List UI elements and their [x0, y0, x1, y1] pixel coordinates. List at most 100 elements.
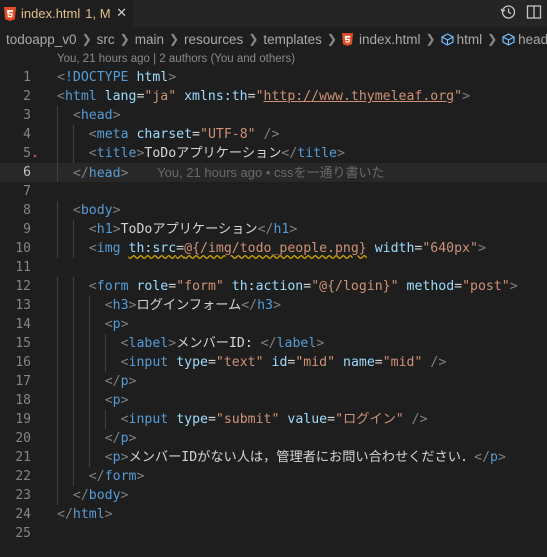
indent-guide: [57, 315, 58, 334]
indent-guide: [57, 296, 58, 315]
line-number: 8: [23, 203, 31, 218]
code-token: <: [104, 450, 113, 465]
indent-guide: [57, 486, 58, 505]
code-text: <label>メンバーID: </label>: [121, 334, 325, 353]
indent-guide: [88, 334, 90, 353]
split-editor-icon[interactable]: [525, 3, 543, 21]
line-number: 11: [15, 260, 31, 275]
code-line[interactable]: 18 <p>: [0, 391, 547, 410]
code-line[interactable]: 11: [0, 258, 547, 277]
indent-guide: [104, 410, 106, 429]
code-line[interactable]: 19 <input type="submit" value="ログイン" />: [0, 410, 547, 429]
code-line[interactable]: 2 <html lang="ja" xmlns:th="http://www.th…: [0, 87, 547, 106]
code-line[interactable]: 3 <head>: [0, 106, 547, 125]
code-text: </html>: [57, 505, 113, 524]
line-number: 25: [15, 526, 31, 541]
breadcrumb-item-index-html[interactable]: index.html: [359, 32, 421, 47]
code-token: =: [176, 241, 185, 256]
breadcrumb-item-templates[interactable]: templates: [263, 32, 322, 47]
code-token: >: [120, 166, 129, 181]
code-line[interactable]: 10 <img th:src=@{/img/todo_people.png} wi…: [0, 239, 547, 258]
code-token: <: [72, 108, 81, 123]
code-editor[interactable]: 1 <!DOCTYPE html> 2 <html lang="ja" xmlns:t…: [0, 68, 547, 543]
code-line[interactable]: 8 <body>: [0, 201, 547, 220]
code-line[interactable]: 24 </html>: [0, 505, 547, 524]
code-token: title: [297, 146, 337, 161]
indent-guide: [72, 239, 74, 258]
code-line[interactable]: 7: [0, 182, 547, 201]
code-token: h3: [257, 298, 273, 313]
html5-file-icon: [4, 6, 16, 21]
indent-guide: [72, 315, 74, 334]
indent-guide: [57, 201, 58, 220]
code-text: <input type="text" id="mid" name="mid" /…: [121, 353, 447, 372]
breadcrumb-item-src[interactable]: src: [97, 32, 115, 47]
code-token: body: [88, 488, 121, 503]
code-line[interactable]: 9 <h1>ToDoアプリケーション</h1>: [0, 220, 547, 239]
code-token: meta: [96, 127, 129, 142]
code-token: </: [474, 450, 491, 465]
indent-guide: [72, 144, 74, 163]
code-line[interactable]: 1 <!DOCTYPE html>: [0, 68, 547, 87]
indent-guide: [57, 410, 58, 429]
code-token: id: [271, 355, 288, 370]
code-line[interactable]: 25: [0, 524, 547, 543]
indent-guide: [88, 296, 90, 315]
code-line[interactable]: 17 </p>: [0, 372, 547, 391]
code-line[interactable]: 20 </p>: [0, 429, 547, 448]
code-text: <meta charset="UTF-8" />: [89, 125, 280, 144]
indent-guide: [72, 125, 74, 144]
code-token: "submit": [215, 412, 280, 427]
code-token: >: [112, 108, 121, 123]
code-line[interactable]: 6 </head> You, 21 hours ago • cssを一通り書いた: [0, 163, 547, 182]
code-token: <: [57, 89, 65, 104]
code-line[interactable]: 4 <meta charset="UTF-8" />: [0, 125, 547, 144]
code-token: >: [462, 89, 471, 104]
code-line[interactable]: 16 <input type="text" id="mid" name="mid"…: [0, 353, 547, 372]
code-line[interactable]: 5 <title>ToDoアプリケーション</title> ▸: [0, 144, 547, 163]
line-number: 16: [15, 355, 31, 370]
line-number: 22: [15, 469, 31, 484]
code-line[interactable]: 13 <h3>ログインフォーム</h3>: [0, 296, 547, 315]
code-token: =: [168, 279, 177, 294]
code-token: >: [120, 488, 129, 503]
breadcrumb-item-todoapp[interactable]: todoapp_v0: [6, 32, 77, 47]
code-token: />: [263, 127, 280, 142]
inline-git-blame: You, 21 hours ago • cssを一通り書いた: [128, 165, 385, 180]
breadcrumb-item-resources[interactable]: resources: [184, 32, 243, 47]
code-token: html: [64, 89, 97, 104]
editor-actions: [499, 3, 543, 21]
editor-tab-index-html[interactable]: index.html 1, M ✕: [0, 0, 133, 26]
chevron-right-icon: ❯: [119, 32, 130, 46]
close-icon[interactable]: ✕: [116, 6, 127, 21]
code-line[interactable]: 15 <label>メンバーID: </label>: [0, 334, 547, 353]
code-token: />: [411, 412, 428, 427]
breadcrumb-item-html[interactable]: html: [457, 32, 483, 47]
indent-guide: [72, 429, 74, 448]
codelens-blame-header[interactable]: You, 21 hours ago | 2 authors (You and o…: [57, 53, 295, 65]
code-token: form: [104, 469, 137, 484]
code-line[interactable]: 22 </form>: [0, 467, 547, 486]
code-token: >: [316, 336, 325, 351]
line-number: 17: [15, 374, 31, 389]
code-line[interactable]: 23 </body>: [0, 486, 547, 505]
breadcrumb-item-head[interactable]: head: [518, 32, 547, 47]
indent-guide: [104, 334, 106, 353]
code-line[interactable]: 12 <form role="form" th:action="@{/login}…: [0, 277, 547, 296]
breadcrumb-item-main[interactable]: main: [135, 32, 164, 47]
code-text: <input type="submit" value="ログイン" />: [121, 410, 428, 429]
code-token: "UTF-8": [200, 127, 256, 142]
line-number: 6: [23, 165, 31, 180]
code-line[interactable]: 14 <p>: [0, 315, 547, 334]
code-token: form: [96, 279, 129, 294]
timeline-history-icon[interactable]: [499, 3, 517, 21]
indent-guide: [57, 372, 58, 391]
line-number: 24: [15, 507, 31, 522]
code-token: "ja": [144, 89, 177, 104]
code-line[interactable]: 21 <p>メンバーIDがない人は，管理者にお問い合わせください．</p>: [0, 448, 547, 467]
